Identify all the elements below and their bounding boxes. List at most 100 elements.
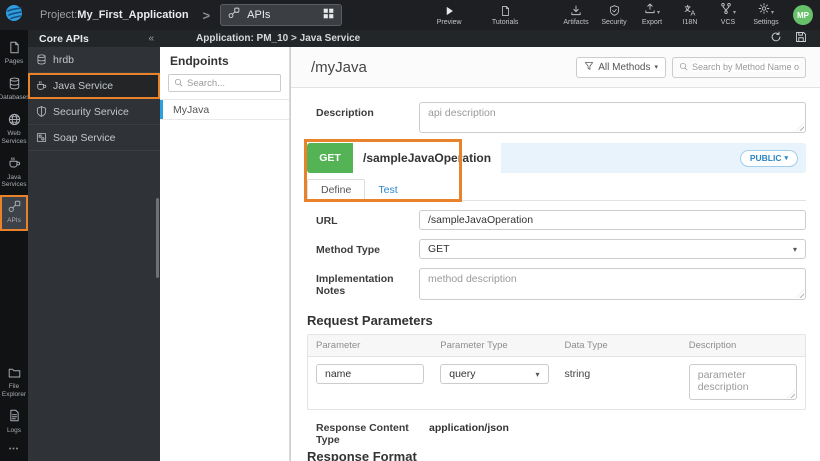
method-type-row: Method Type GET ▾	[307, 239, 806, 259]
all-methods-filter[interactable]: All Methods ▾	[576, 56, 666, 78]
response-content-type-row: Response Content Type application/json	[307, 422, 806, 446]
api-editor-body: Description GET /sampleJavaOperation PUB…	[291, 88, 820, 461]
log-file-icon	[8, 409, 21, 424]
url-row: URL	[307, 210, 806, 230]
caret-down-icon: ▾	[770, 10, 774, 16]
table-row: query ▾ string	[308, 357, 805, 409]
collapse-panel-icon[interactable]: «	[148, 33, 154, 44]
core-apis-panel: Core APIs « hrdb Java Service Security S…	[28, 30, 160, 461]
project-label: Project:My_First_Application	[40, 9, 189, 21]
app-logo[interactable]	[0, 0, 28, 30]
response-format-heading: Response Format	[307, 449, 417, 461]
preview-label: Preview	[436, 19, 462, 26]
column-header: Description	[688, 340, 737, 351]
core-apis-item-label: hrdb	[53, 53, 75, 66]
database-icon	[36, 54, 47, 65]
artifacts-button[interactable]: Artifacts	[561, 4, 591, 26]
implementation-notes-textarea[interactable]	[419, 268, 806, 300]
core-apis-item-soap-service[interactable]: Soap Service	[28, 125, 160, 151]
core-apis-item-java-service[interactable]: Java Service	[28, 73, 160, 99]
database-icon	[8, 77, 21, 92]
i18n-button[interactable]: A I18N	[675, 4, 705, 26]
document-icon	[500, 4, 511, 17]
endpoint-item-myjava[interactable]: MyJava	[160, 99, 289, 120]
caret-down-icon: ▾	[654, 64, 658, 71]
core-apis-item-hrdb[interactable]: hrdb	[28, 47, 160, 73]
gear-icon	[758, 2, 770, 17]
vcs-label: VCS	[720, 19, 736, 26]
wavemaker-logo-icon	[5, 4, 23, 27]
operation-block: GET /sampleJavaOperation PUBLIC ▾ Define…	[304, 139, 806, 202]
method-type-select[interactable]: GET ▾	[419, 239, 806, 259]
globe-icon	[8, 113, 21, 128]
endpoint-item-label: MyJava	[173, 103, 210, 116]
url-label: URL	[316, 215, 338, 227]
parameter-type-select[interactable]: query ▾	[440, 364, 549, 384]
caret-down-icon: ▾	[784, 155, 788, 162]
core-apis-item-security-service[interactable]: Security Service	[28, 99, 160, 125]
export-button[interactable]: ▾ Export	[637, 3, 667, 26]
download-tray-icon	[570, 4, 582, 17]
rail-item-pages[interactable]: Pages	[0, 36, 28, 72]
rail-item-databases[interactable]: Databases	[0, 72, 30, 108]
tab-apis-label: APIs	[247, 9, 271, 21]
caret-down-icon: ▾	[656, 10, 660, 16]
endpoints-search[interactable]	[168, 74, 281, 92]
description-textarea[interactable]	[419, 102, 806, 133]
core-apis-header: Core APIs «	[28, 30, 160, 47]
rail-item-file-explorer[interactable]: File Explorer	[0, 361, 28, 404]
method-search[interactable]	[672, 56, 806, 78]
security-button[interactable]: Security	[599, 4, 629, 26]
tab-define[interactable]: Define	[307, 179, 366, 201]
rail-item-logs[interactable]: Logs	[0, 404, 28, 440]
visibility-label: PUBLIC	[749, 153, 782, 163]
svg-text:A: A	[690, 8, 695, 17]
panel-scrollbar[interactable]	[156, 198, 159, 278]
operation-bar-spacer	[501, 143, 740, 173]
folder-icon	[8, 366, 21, 381]
api-editor-header: /myJava All Methods ▾	[291, 47, 820, 88]
settings-button[interactable]: ▾ Settings	[751, 2, 781, 26]
refresh-icon[interactable]	[770, 30, 782, 48]
operation-path[interactable]: /sampleJavaOperation	[353, 143, 502, 173]
operation-tabs: Define Test	[307, 177, 806, 201]
url-input[interactable]	[419, 210, 806, 230]
preview-button[interactable]: Preview	[434, 4, 464, 26]
data-type-value: string	[564, 368, 591, 380]
parameter-type-value: query	[449, 368, 476, 380]
more-options-icon[interactable]: •••	[0, 440, 28, 461]
api-title: /myJava	[311, 58, 367, 76]
parameter-description-textarea[interactable]	[688, 364, 797, 400]
settings-label: Settings	[753, 19, 779, 26]
user-avatar[interactable]: MP	[793, 5, 813, 25]
save-icon[interactable]	[795, 30, 807, 48]
method-search-input[interactable]	[692, 62, 799, 72]
shield-icon	[609, 4, 620, 17]
implementation-notes-row: Implementation Notes	[307, 268, 806, 300]
rail-item-apis[interactable]: APIs	[0, 194, 28, 231]
description-label: Description	[316, 107, 374, 119]
rail-label: Web Services	[1, 130, 27, 145]
core-apis-title: Core APIs	[39, 32, 89, 45]
vcs-button[interactable]: ▾ VCS	[713, 2, 743, 26]
request-parameters-table: Parameter Parameter Type Data Type Descr…	[307, 334, 806, 410]
grid-icon[interactable]	[323, 6, 334, 24]
tab-test[interactable]: Test	[365, 180, 410, 200]
rail-label: APIs	[7, 217, 21, 225]
implementation-notes-label: Implementation Notes	[316, 273, 394, 297]
left-rail: Pages Databases Web Services Java Servic…	[0, 30, 30, 461]
method-badge[interactable]: GET	[307, 143, 353, 173]
rail-item-java-services[interactable]: Java Services	[0, 151, 28, 194]
application-breadcrumb-bar: Application: PM_10 > Java Service	[160, 30, 820, 47]
tutorials-button[interactable]: Tutorials	[490, 4, 520, 26]
tab-apis[interactable]: APIs	[220, 4, 343, 26]
visibility-dropdown[interactable]: PUBLIC ▾	[739, 149, 798, 167]
rail-label: Pages	[4, 58, 24, 66]
endpoints-search-input[interactable]	[187, 77, 275, 89]
branch-icon	[720, 2, 732, 17]
rail-label: File Explorer	[1, 383, 27, 398]
parameter-name-input[interactable]	[316, 364, 425, 384]
rail-item-web-services[interactable]: Web Services	[0, 108, 28, 151]
coffee-cup-icon	[8, 156, 21, 171]
breadcrumb: Application: PM_10 > Java Service	[196, 33, 361, 44]
